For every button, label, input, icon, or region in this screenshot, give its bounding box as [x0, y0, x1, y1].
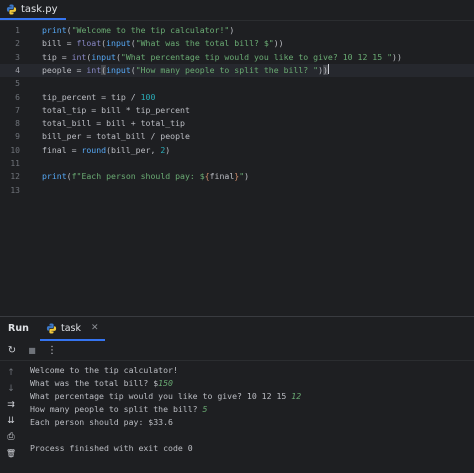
more-options-icon[interactable]: ⋮ [46, 345, 58, 357]
user-input: 12 [291, 391, 302, 401]
run-panel-header: Run task ✕ [0, 316, 474, 341]
console-line-exit: Process finished with exit code 0 [30, 443, 193, 453]
line-number: 13 [10, 185, 20, 195]
line-number: 3 [15, 52, 20, 62]
code-line-3: tip = int(input("What percentage tip wou… [42, 51, 402, 62]
tab-filename: task.py [21, 3, 58, 15]
arrow-up-icon[interactable]: ↑ [5, 367, 17, 379]
console-line: How many people to split the bill? 5 [30, 404, 208, 414]
user-input: 5 [202, 404, 208, 414]
line-number: 12 [10, 172, 20, 182]
console-side-toolbar: ↑ ↓ ⇉ ⇊ ⎙ 🗑 [0, 362, 22, 473]
code-line-1: print("Welcome to the tip calculator!") [42, 25, 235, 35]
tab-task-py[interactable]: task.py [0, 0, 66, 20]
line-number: 9 [15, 132, 20, 142]
line-number: 2 [15, 39, 20, 49]
console-line: Each person should pay: $33.6 [30, 417, 173, 427]
line-number-current: 4 [15, 65, 20, 75]
code-line-7: total_tip = bill * tip_percent [42, 104, 190, 115]
scroll-to-end-icon[interactable]: ⇊ [5, 415, 17, 427]
print-icon[interactable]: ⎙ [5, 431, 17, 443]
line-number: 11 [10, 159, 20, 168]
soft-wrap-icon[interactable]: ⇉ [5, 399, 17, 411]
line-number: 10 [10, 145, 20, 155]
stop-icon[interactable]: ■ [26, 345, 38, 357]
console-line: Welcome to the tip calculator! [30, 365, 178, 375]
code-line-10: final = round(bill_per, 2) [42, 144, 171, 155]
console-line: What percentage tip would you like to gi… [30, 391, 302, 401]
arrow-down-icon[interactable]: ↓ [5, 383, 17, 395]
editor-tab-bar: task.py [0, 0, 474, 21]
user-input: 150 [158, 378, 173, 388]
code-editor[interactable]: 1 2 3 4 5 6 7 8 9 10 11 12 13 print("Wel… [0, 21, 474, 315]
close-icon[interactable]: ✕ [91, 323, 99, 333]
python-file-icon [6, 3, 17, 15]
line-number: 1 [15, 26, 20, 35]
text-caret [327, 63, 329, 74]
line-number-gutter: 1 2 3 4 5 6 7 8 9 10 11 12 13 [0, 21, 26, 315]
code-line-6: tip_percent = tip / 100 [42, 91, 156, 102]
line-number: 5 [15, 79, 20, 89]
line-number: 6 [15, 92, 20, 102]
code-line-12: print(f"Each person should pay: ${final}… [42, 171, 250, 182]
rerun-icon[interactable]: ↻ [6, 345, 18, 357]
code-line-4: people = int(input("How many people to s… [42, 63, 329, 75]
run-toolbar: ↻ ■ ⋮ [0, 341, 474, 361]
line-number: 8 [15, 119, 20, 129]
line-number: 7 [15, 105, 20, 115]
code-line-9: bill_per = total_bill / people [42, 131, 190, 142]
console-line: What was the total bill? $150 [30, 378, 173, 388]
python-run-icon [46, 322, 57, 334]
run-tab-task[interactable]: task ✕ [40, 317, 105, 341]
code-line-2: bill = float(input("What was the total b… [42, 38, 284, 49]
run-tab-label: task [61, 322, 81, 334]
trash-icon[interactable]: 🗑 [5, 447, 17, 459]
code-line-8: total_bill = bill + total_tip [42, 118, 185, 129]
run-panel-title: Run [8, 323, 29, 334]
